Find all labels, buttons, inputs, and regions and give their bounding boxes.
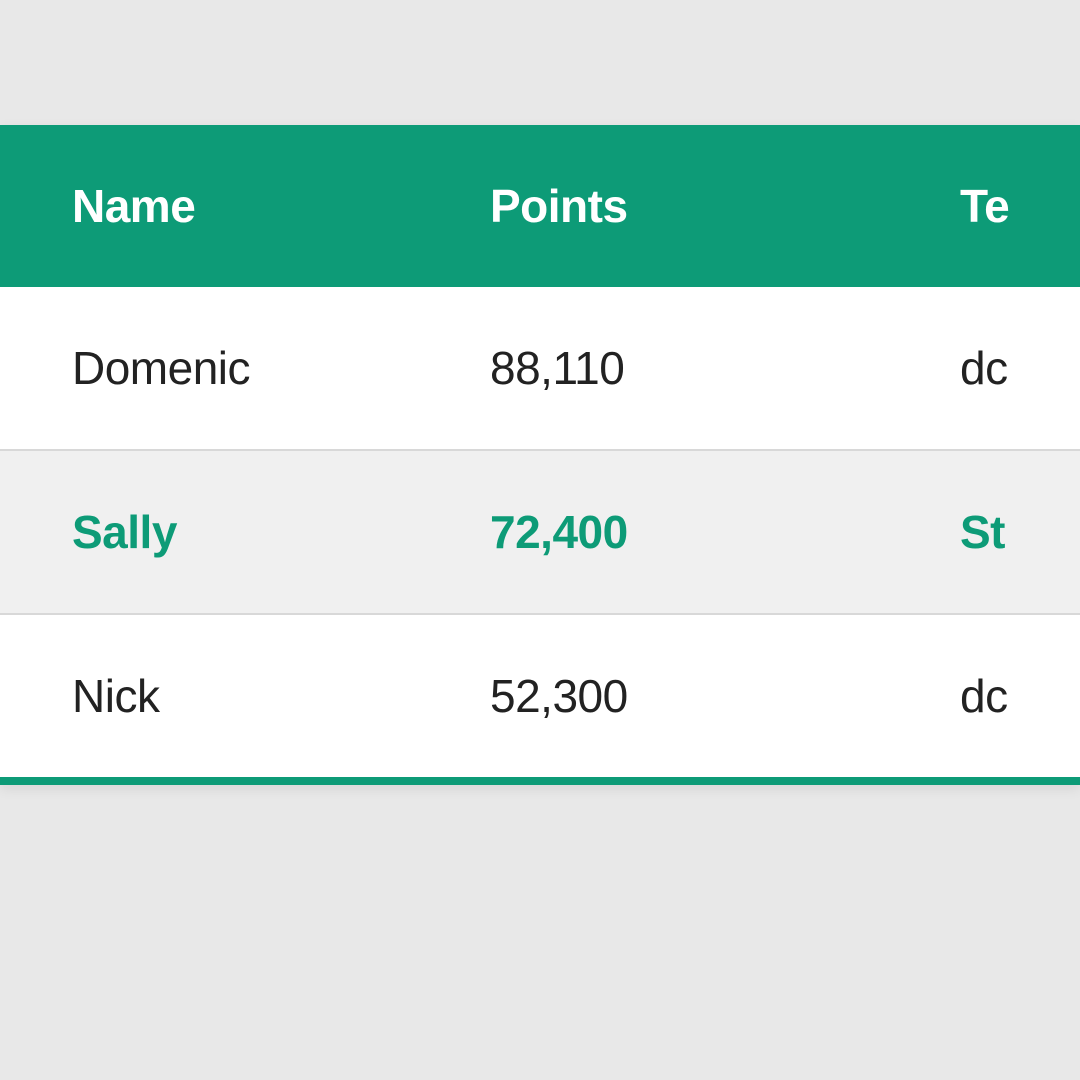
table-row[interactable]: Sally 72,400 St — [0, 450, 1080, 614]
cell-team: dc — [960, 614, 1080, 777]
leaderboard-table: Name Points Te Domenic 88,110 dc Sally 7… — [0, 125, 1080, 777]
table-row[interactable]: Domenic 88,110 dc — [0, 287, 1080, 450]
table-row[interactable]: Nick 52,300 dc — [0, 614, 1080, 777]
cell-points: 72,400 — [490, 450, 960, 614]
column-header-points[interactable]: Points — [490, 125, 960, 287]
cell-name: Nick — [0, 614, 490, 777]
cell-team: St — [960, 450, 1080, 614]
cell-points: 88,110 — [490, 287, 960, 450]
cell-points: 52,300 — [490, 614, 960, 777]
table-header-row: Name Points Te — [0, 125, 1080, 287]
cell-name: Sally — [0, 450, 490, 614]
column-header-team[interactable]: Te — [960, 125, 1080, 287]
cell-team: dc — [960, 287, 1080, 450]
leaderboard-table-container: Name Points Te Domenic 88,110 dc Sally 7… — [0, 125, 1080, 785]
column-header-name[interactable]: Name — [0, 125, 490, 287]
cell-name: Domenic — [0, 287, 490, 450]
